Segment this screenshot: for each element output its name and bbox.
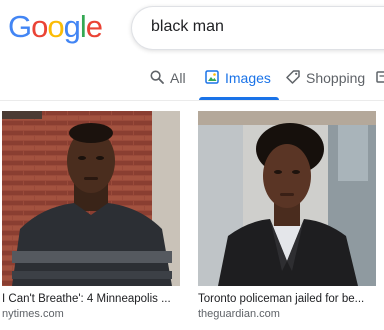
tab-label: Shopping bbox=[306, 70, 366, 86]
logo-letter: g bbox=[63, 9, 81, 44]
tab-shopping[interactable]: Shopping bbox=[286, 70, 365, 100]
search-box[interactable]: black man bbox=[131, 6, 384, 50]
logo-letter: o bbox=[31, 9, 48, 44]
logo-letter: G bbox=[8, 9, 32, 44]
tab-label: Images bbox=[225, 70, 271, 86]
tab-images[interactable]: Images bbox=[199, 70, 279, 100]
more-icon bbox=[376, 70, 384, 87]
result-caption[interactable]: I Can't Breathe': 4 Minneapolis ... bbox=[2, 293, 180, 305]
tabs-divider bbox=[0, 100, 384, 101]
result-thumbnail[interactable] bbox=[2, 111, 180, 286]
search-tabs: All Images Shopping bbox=[0, 62, 384, 100]
search-input[interactable]: black man bbox=[151, 18, 224, 36]
image-result[interactable]: I Can't Breathe': 4 Minneapolis ... nyti… bbox=[2, 111, 180, 320]
search-icon bbox=[150, 70, 164, 87]
tag-icon bbox=[286, 70, 300, 87]
result-thumbnail[interactable] bbox=[198, 111, 376, 286]
result-caption[interactable]: Toronto policeman jailed for be... bbox=[198, 293, 376, 305]
logo-letter: e bbox=[85, 9, 103, 44]
image-icon bbox=[205, 70, 219, 87]
result-source[interactable]: theguardian.com bbox=[198, 308, 376, 320]
tab-more[interactable] bbox=[376, 70, 384, 100]
image-result[interactable]: Toronto policeman jailed for be... thegu… bbox=[198, 111, 376, 320]
logo-letter: o bbox=[47, 9, 64, 44]
tab-all[interactable]: All bbox=[150, 70, 186, 100]
result-source[interactable]: nytimes.com bbox=[2, 308, 180, 320]
google-logo[interactable]: Google bbox=[8, 8, 103, 46]
tab-label: All bbox=[170, 70, 186, 86]
